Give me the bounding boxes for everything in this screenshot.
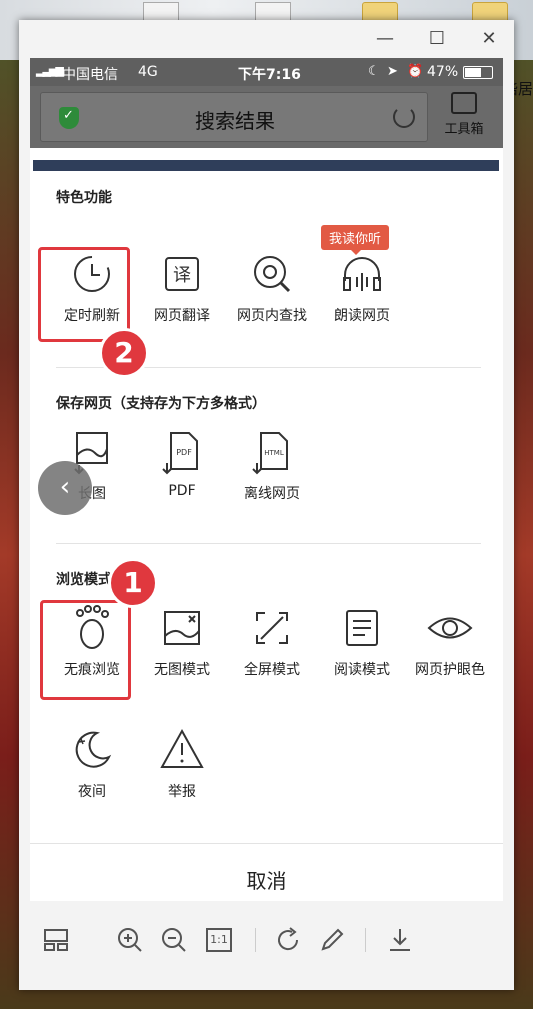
read-aloud-tag: 我读你听 xyxy=(321,225,390,255)
step-badge-1: 1 xyxy=(108,558,158,608)
maximize-button[interactable]: ☐ xyxy=(423,26,451,52)
headphones-icon xyxy=(337,249,387,299)
rotate-icon[interactable] xyxy=(271,923,305,957)
menu-item-pdf[interactable]: PDF PDF xyxy=(136,427,228,499)
alarm-icon: ⏰ xyxy=(407,64,424,79)
section-title-browse: 浏览模式 xyxy=(56,572,112,588)
fullscreen-icon xyxy=(247,603,297,653)
actual-size-button[interactable]: 1:1 xyxy=(203,923,237,957)
menu-item-eye-care[interactable]: 网页护眼色 xyxy=(404,603,496,679)
html-file-icon: HTML xyxy=(247,427,297,477)
toolbox-button[interactable]: 工具箱 xyxy=(434,88,494,146)
actual-size-label: 1:1 xyxy=(206,928,232,952)
toolbar-separator xyxy=(365,928,366,952)
cancel-label: 取消 xyxy=(246,869,287,893)
previous-image-button[interactable]: ‹ xyxy=(38,461,92,515)
image-viewer-window: — ☐ ✕ ▂▃▅▆ 中国电信 4G 下午7:16 ☾ ➤ ⏰ 47% 搜索结果… xyxy=(19,20,514,990)
no-image-icon xyxy=(157,603,207,653)
zoom-out-icon[interactable] xyxy=(157,923,191,957)
svg-text:HTML: HTML xyxy=(264,449,284,457)
night-moon-icon xyxy=(67,725,117,775)
toolbox-label: 工具箱 xyxy=(444,122,484,137)
minimize-button[interactable]: — xyxy=(371,26,399,52)
highlight-box-timed-refresh xyxy=(38,247,130,342)
moon-icon: ☾ xyxy=(368,64,380,79)
viewer-toolbar: 1:1 xyxy=(19,920,514,960)
window-titlebar: — ☐ ✕ xyxy=(19,20,514,58)
carrier-label: 中国电信 xyxy=(62,67,118,83)
location-icon: ➤ xyxy=(387,64,398,79)
eye-icon xyxy=(425,603,475,653)
reading-icon xyxy=(337,603,387,653)
menu-item-night[interactable]: 夜间 xyxy=(46,725,138,801)
battery-icon xyxy=(463,66,493,79)
menu-item-read-aloud[interactable]: 朗读网页 xyxy=(316,249,408,325)
download-icon[interactable] xyxy=(383,923,417,957)
highlight-box-incognito xyxy=(40,600,131,700)
thumbnails-icon[interactable] xyxy=(39,923,73,957)
pdf-file-icon: PDF xyxy=(157,427,207,477)
toolbox-menu-sheet: 特色功能 我读你听 定时刷新 译 网页翻译 网页内查找 朗读网页 保存网页（支持… xyxy=(30,171,503,901)
battery-percent: 47% xyxy=(427,64,459,80)
browser-address-bar: 搜索结果 工具箱 xyxy=(30,86,503,148)
address-box[interactable]: 搜索结果 xyxy=(40,92,428,142)
network-label: 4G xyxy=(138,64,158,80)
menu-item-offline-page[interactable]: HTML 离线网页 xyxy=(226,427,318,503)
menu-item-fullscreen[interactable]: 全屏模式 xyxy=(226,603,318,679)
menu-item-no-image[interactable]: 无图模式 xyxy=(136,603,228,679)
menu-item-reading-mode[interactable]: 阅读模式 xyxy=(316,603,408,679)
translate-icon: 译 xyxy=(157,249,207,299)
page-title: 搜索结果 xyxy=(195,109,275,133)
menu-item-translate[interactable]: 译 网页翻译 xyxy=(136,249,228,325)
toolbox-icon xyxy=(451,92,477,114)
cancel-button[interactable]: 取消 xyxy=(30,843,503,901)
menu-item-find-in-page[interactable]: 网页内查找 xyxy=(226,249,318,325)
section-title-save: 保存网页（支持存为下方多格式） xyxy=(56,396,266,412)
menu-item-report[interactable]: 举报 xyxy=(136,725,228,801)
warning-icon xyxy=(157,725,207,775)
zoom-in-icon[interactable] xyxy=(113,923,147,957)
phone-screenshot: ▂▃▅▆ 中国电信 4G 下午7:16 ☾ ➤ ⏰ 47% 搜索结果 工具箱 特… xyxy=(30,58,503,901)
status-time: 下午7:16 xyxy=(238,67,301,83)
svg-text:译: 译 xyxy=(173,265,191,286)
svg-text:PDF: PDF xyxy=(176,448,192,457)
close-button[interactable]: ✕ xyxy=(475,26,503,52)
section-title-featured: 特色功能 xyxy=(56,190,112,206)
reload-icon[interactable] xyxy=(393,106,415,128)
step-badge-2: 2 xyxy=(99,328,149,378)
signal-icon: ▂▃▅▆ xyxy=(36,64,64,77)
toolbar-separator xyxy=(255,928,256,952)
section-divider xyxy=(56,543,481,544)
phone-status-bar: ▂▃▅▆ 中国电信 4G 下午7:16 ☾ ➤ ⏰ 47% xyxy=(30,58,503,86)
find-in-page-icon xyxy=(247,249,297,299)
edit-pencil-icon[interactable] xyxy=(315,923,349,957)
